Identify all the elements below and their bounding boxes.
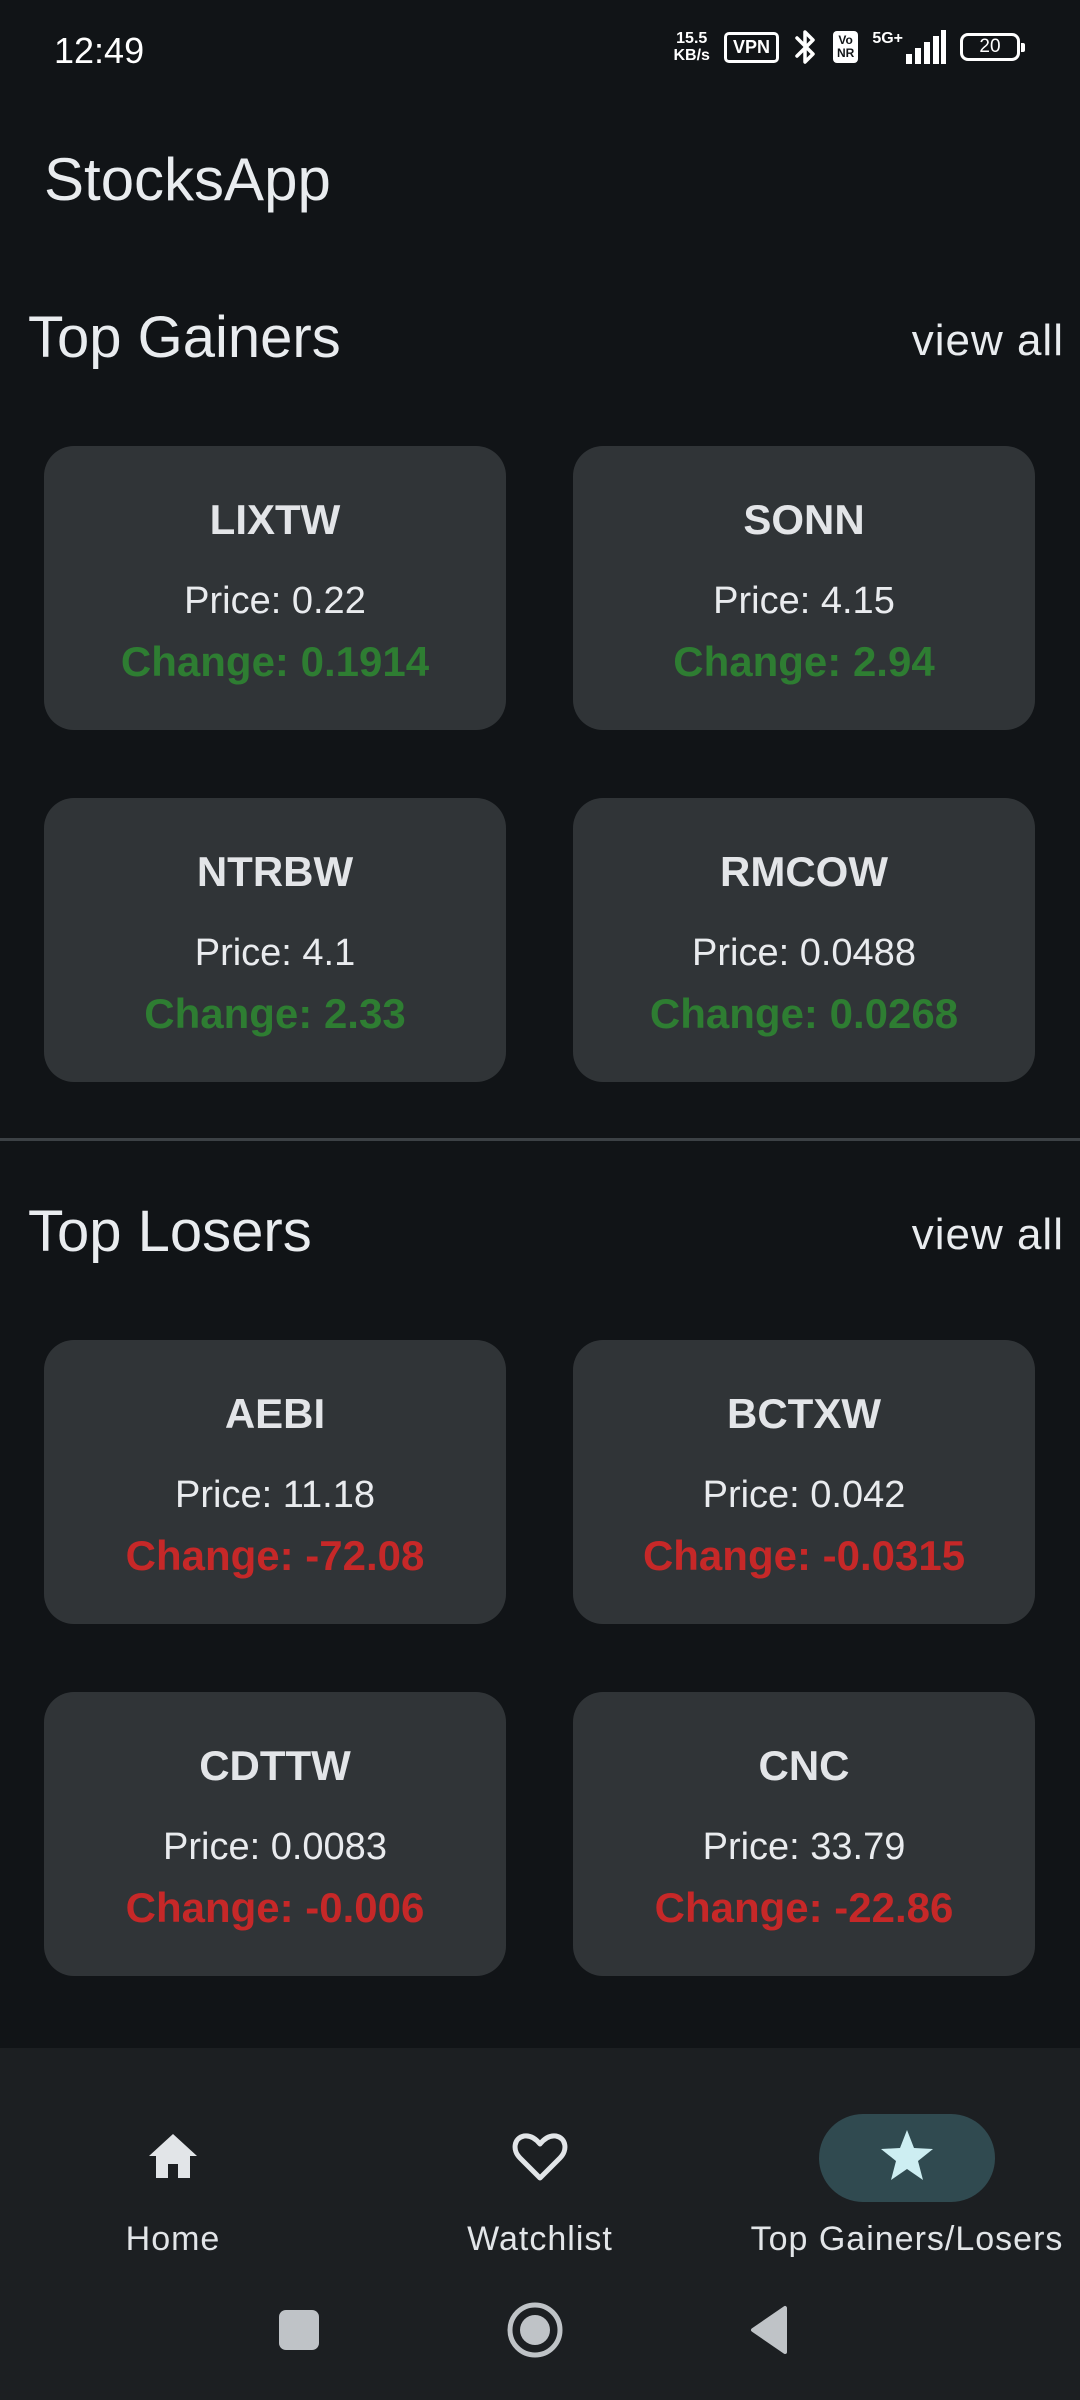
stock-price: Price: 0.0083 [163,1826,387,1868]
stock-symbol: CNC [758,1742,850,1789]
stock-price: Price: 33.79 [702,1826,906,1868]
stock-price: Price: 0.22 [184,580,366,622]
nav-item-watchlist[interactable]: Watchlist [360,2080,720,2258]
signal-icon: 5G+ [872,30,946,64]
stock-symbol: SONN [743,496,865,543]
nav-item-home[interactable]: Home [0,2080,353,2258]
stock-price: Price: 4.15 [713,580,895,622]
stock-price: Price: 0.0488 [692,932,916,974]
top-losers-header: Top Losers view all [0,1198,1080,1278]
stock-change: Change: 0.1914 [120,638,430,685]
nav-label-home: Home [125,2220,221,2258]
network-speed-unit: KB/s [673,47,710,64]
bluetooth-icon [795,30,815,64]
back-icon[interactable] [741,2300,801,2360]
heart-outline-icon [512,2133,568,2181]
stock-symbol: LIXTW [209,496,341,543]
stock-change: Change: 2.33 [144,990,406,1037]
top-gainers-title: Top Gainers [28,305,341,370]
gainer-card[interactable]: LIXTW Price: 0.22 Change: 0.1914 [44,446,506,730]
nav-label-watchlist: Watchlist [467,2220,613,2258]
gainer-card[interactable]: RMCOW Price: 0.0488 Change: 0.0268 [573,798,1035,1082]
stock-symbol: AEBI [224,1390,326,1437]
home-button-icon[interactable] [505,2300,565,2360]
stock-price: Price: 11.18 [175,1474,375,1516]
vpn-icon: VPN [723,31,779,63]
signal-bars-icon [906,30,946,64]
stock-change: Change: -22.86 [654,1884,954,1931]
volte-icon: Vo NR [832,31,859,63]
nav-label-top-gainers-losers: Top Gainers/Losers [750,2220,1064,2258]
loser-card[interactable]: CNC Price: 33.79 Change: -22.86 [573,1692,1035,1976]
battery-icon: 20 [960,33,1025,61]
section-divider [0,1138,1080,1141]
stock-price: Price: 4.1 [194,932,356,974]
nav-item-top-gainers-losers[interactable]: Top Gainers/Losers [727,2080,1080,2258]
top-losers-view-all-button[interactable]: view all [912,1210,1064,1260]
stock-change: Change: -0.006 [125,1884,425,1931]
top-gainers-header: Top Gainers view all [0,304,1080,384]
top-gainers-view-all-button[interactable]: view all [912,316,1064,366]
star-icon [881,2130,933,2180]
app-title: StocksApp [44,146,331,213]
status-bar: 12:49 15.5 KB/s VPN Vo NR 5G+ 20 [0,0,1080,100]
stock-symbol: RMCOW [720,848,888,895]
home-icon [149,2134,197,2178]
loser-card[interactable]: BCTXW Price: 0.042 Change: -0.0315 [573,1340,1035,1624]
stock-change: Change: -0.0315 [642,1532,966,1579]
stock-symbol: CDTTW [199,1742,351,1789]
stock-change: Change: 0.0268 [649,990,959,1037]
loser-card[interactable]: AEBI Price: 11.18 Change: -72.08 [44,1340,506,1624]
volte-bottom: NR [836,46,855,60]
loser-card[interactable]: CDTTW Price: 0.0083 Change: -0.006 [44,1692,506,1976]
stock-symbol: BCTXW [727,1390,881,1437]
stock-change: Change: -72.08 [125,1532,425,1579]
top-losers-title: Top Losers [28,1199,312,1264]
system-navigation-bar [0,2260,1080,2400]
network-speed: 15.5 KB/s [674,30,710,64]
signal-type: 5G+ [872,30,903,47]
gainer-card[interactable]: NTRBW Price: 4.1 Change: 2.33 [44,798,506,1082]
gainer-card[interactable]: SONN Price: 4.15 Change: 2.94 [573,446,1035,730]
status-time: 12:49 [54,30,145,71]
stock-change: Change: 2.94 [673,638,935,685]
stock-symbol: NTRBW [196,848,354,895]
network-speed-value: 15.5 [676,30,708,47]
recent-apps-icon[interactable] [269,2300,329,2360]
status-icons: 15.5 KB/s VPN Vo NR 5G+ 20 [674,28,1025,66]
stock-price: Price: 0.042 [702,1474,906,1516]
